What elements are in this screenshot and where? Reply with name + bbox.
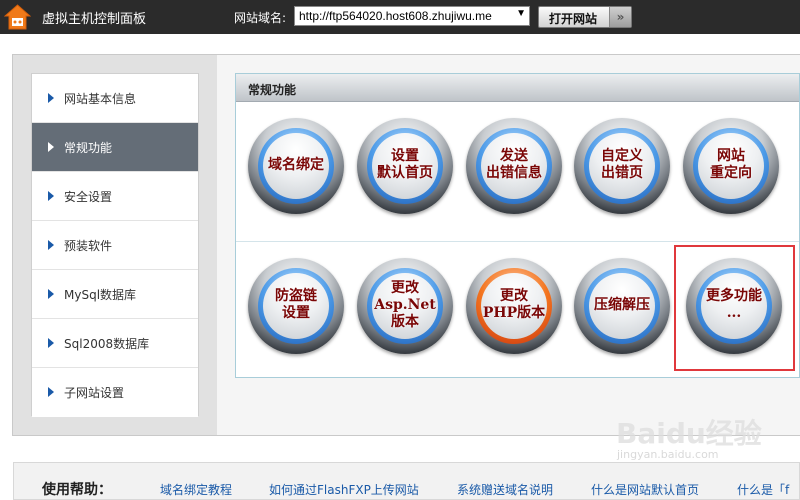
triangle-bullet-icon [48,387,54,397]
triangle-bullet-icon [48,240,54,250]
domain-select-value: http://ftp564020.host608.zhujiwu.me [299,9,492,23]
watermark: Baidu经验 [616,417,762,450]
sidebar-item-label: 常规功能 [64,141,113,155]
open-site-button-label: 打开网站 [549,12,598,26]
dropdown-arrow-icon: ▼ [516,8,526,19]
domain-binding-button[interactable]: 域名绑定 [248,118,344,214]
panel-title: 常规功能 [248,83,297,97]
compress-extract-label: 压缩解压 [594,297,650,313]
sidebar-item-label: 子网站设置 [64,386,125,400]
custom-error-page-label: 自定义 出错页 [601,148,643,181]
help-link-default-homepage[interactable]: 什么是网站默认首页 [591,481,699,498]
home-logo-icon [4,4,31,30]
domain-select[interactable]: http://ftp564020.host608.zhujiwu.me ▼ [294,6,530,26]
sidebar-item-subsites[interactable]: 子网站设置 [32,368,198,417]
send-error-info-button[interactable]: 发送 出错信息 [466,118,562,214]
triangle-bullet-icon [48,289,54,299]
help-link-free-domain[interactable]: 系统赠送域名说明 [457,481,553,498]
watermark-url: jingyan.baidu.com [617,448,719,461]
triangle-bullet-icon [48,338,54,348]
domain-binding-label: 域名绑定 [268,157,324,173]
sidebar-item-label: 网站基本信息 [64,92,137,106]
triangle-bullet-icon [48,93,54,103]
sidebar-item-preinstalled-software[interactable]: 预装软件 [32,221,198,270]
aspnet-version-label: 更改 Asp.Net 版本 [374,280,436,330]
php-version-button[interactable]: 更改 PHP版本 [466,258,562,354]
custom-error-page-button[interactable]: 自定义 出错页 [574,118,670,214]
default-homepage-button[interactable]: 设置 默认首页 [357,118,453,214]
sidebar-item-general-functions[interactable]: 常规功能 [32,123,198,172]
panel-header: 常规功能 [236,74,799,102]
double-chevron-right-icon: » [609,7,631,27]
help-title: 使用帮助： [42,482,112,498]
send-error-info-label: 发送 出错信息 [486,148,542,181]
hotlink-protection-button[interactable]: 防盗链 设置 [248,258,344,354]
help-link-more[interactable]: 什么是「f [737,481,789,498]
aspnet-version-button[interactable]: 更改 Asp.Net 版本 [357,258,453,354]
sidebar-item-label: MySql数据库 [64,288,137,302]
compress-extract-button[interactable]: 压缩解压 [574,258,670,354]
sidebar-item-mysql[interactable]: MySql数据库 [32,270,198,319]
open-site-button[interactable]: 打开网站 » [538,6,632,28]
triangle-bullet-icon [48,191,54,201]
triangle-bullet-icon [48,142,54,152]
domain-label: 网站域名: [234,11,287,25]
sidebar-item-label: Sql2008数据库 [64,337,150,351]
php-version-label: 更改 PHP版本 [482,288,546,321]
sidebar-item-security[interactable]: 安全设置 [32,172,198,221]
help-link-flashfxp-upload[interactable]: 如何通过FlashFXP上传网站 [269,481,419,498]
site-redirect-label: 网站 重定向 [710,148,752,181]
hotlink-protection-label: 防盗链 设置 [275,288,317,321]
sidebar-item-basic-info[interactable]: 网站基本信息 [32,74,198,123]
row-divider [236,241,799,242]
app-title: 虚拟主机控制面板 [42,12,147,27]
sidebar: 网站基本信息 常规功能 安全设置 预装软件 MySql数据库 Sql2008数据… [31,73,199,417]
highlight-box [674,245,795,371]
sidebar-item-label: 预装软件 [64,239,113,253]
default-homepage-label: 设置 默认首页 [377,148,433,181]
help-link-domain-binding[interactable]: 域名绑定教程 [160,481,232,498]
sidebar-item-sql2008[interactable]: Sql2008数据库 [32,319,198,368]
sidebar-item-label: 安全设置 [64,190,113,204]
site-redirect-button[interactable]: 网站 重定向 [683,118,779,214]
